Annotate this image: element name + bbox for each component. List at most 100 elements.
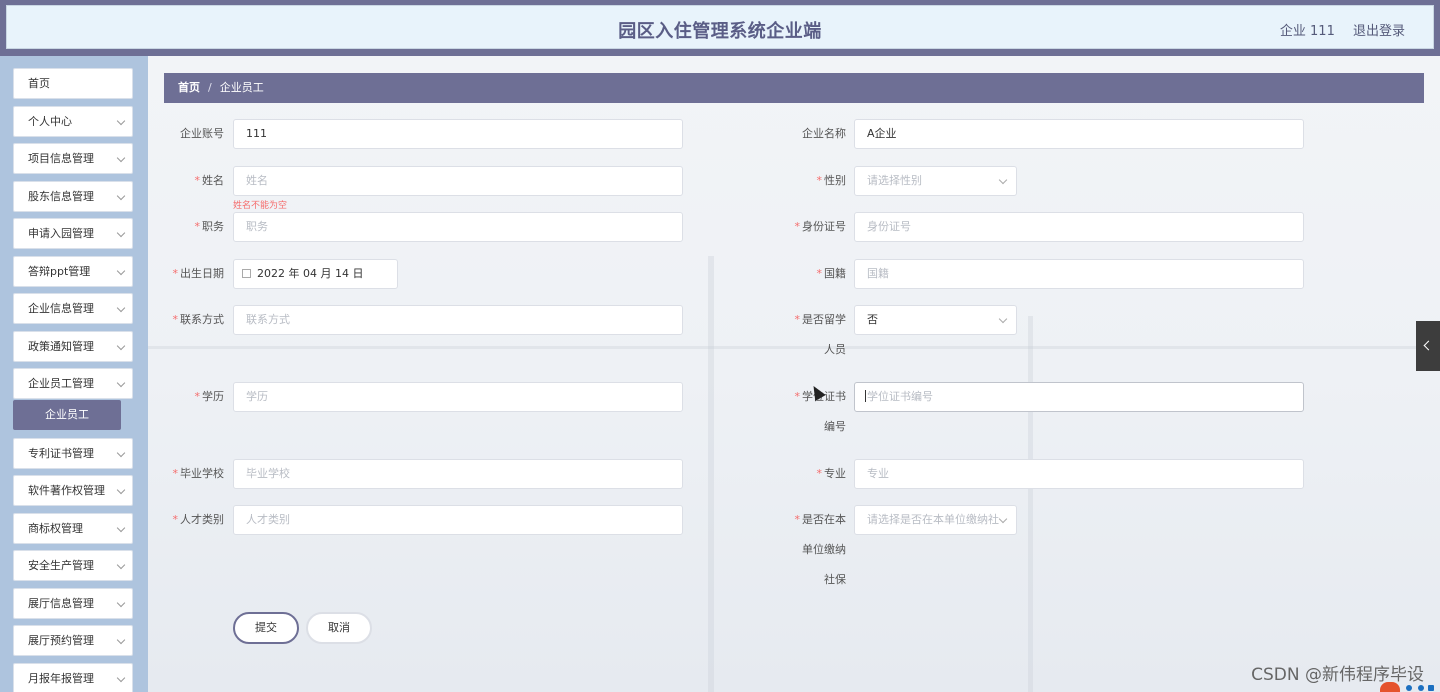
chevron-left-icon: [1423, 340, 1434, 351]
breadcrumb-home[interactable]: 首页: [178, 81, 200, 94]
birth-date-picker[interactable]: 2022 年 04 月 14 日: [233, 259, 398, 289]
degree-cert-input[interactable]: 学位证书编号: [854, 382, 1304, 412]
sidebar-item[interactable]: 股东信息管理: [13, 180, 133, 212]
company-account-label: 企业账号: [180, 127, 224, 140]
chevron-down-icon: [998, 175, 1008, 185]
cancel-button[interactable]: 取消: [306, 612, 372, 644]
tray-icon: [1406, 685, 1412, 691]
gender-label: * 性别: [816, 174, 847, 187]
chevron-down-icon: [116, 266, 126, 275]
chevron-down-icon: [116, 635, 126, 645]
name-input[interactable]: 姓名: [233, 166, 683, 196]
text-caret: [865, 390, 866, 402]
bg-decor: [1028, 316, 1033, 692]
sidebar-item[interactable]: 项目信息管理: [13, 143, 133, 174]
chevron-down-icon: [116, 228, 126, 238]
side-panel-toggle[interactable]: [1416, 321, 1440, 371]
id-number-label: * 身份证号: [794, 220, 847, 233]
major-label: * 专业: [816, 467, 847, 480]
sidebar-item-label: 项目信息管理: [28, 152, 94, 165]
calendar-icon: [242, 269, 251, 278]
chevron-down-icon: [116, 560, 126, 570]
sidebar-item[interactable]: 月报年报管理: [13, 662, 133, 692]
sidebar-item-label: 答辩ppt管理: [28, 264, 91, 278]
submit-button[interactable]: 提交: [233, 612, 299, 644]
sidebar-item-label: 月报年报管理: [28, 671, 94, 685]
sidebar-item[interactable]: 企业信息管理: [13, 293, 133, 324]
sidebar-item[interactable]: 展厅信息管理: [13, 587, 133, 619]
sidebar-item-label: 安全生产管理: [28, 559, 94, 572]
sidebar-item[interactable]: 申请入园管理: [13, 218, 133, 249]
sidebar-item[interactable]: 专利证书管理: [13, 437, 133, 469]
breadcrumb: 首页 / 企业员工: [164, 73, 1424, 103]
chevron-down-icon: [116, 523, 126, 532]
company-account-input[interactable]: 111: [233, 119, 683, 149]
gender-select[interactable]: 请选择性别: [854, 166, 1017, 196]
chevron-down-icon: [998, 314, 1008, 324]
current-user[interactable]: 企业 111: [1280, 24, 1335, 39]
system-tray: [1340, 682, 1436, 692]
ime-icon: [1380, 682, 1400, 692]
chevron-down-icon: [116, 153, 126, 163]
logout-link[interactable]: 退出登录: [1353, 24, 1405, 39]
sidebar-item-label: 首页: [28, 77, 50, 90]
chevron-down-icon: [116, 673, 126, 682]
chevron-down-icon: [116, 191, 126, 200]
birth-date-label: * 出生日期: [172, 267, 225, 280]
main-content: 首页 / 企业员工 企业账号 111 企业名称 A企业 * 姓名 姓名 姓名不能为空 …: [148, 56, 1440, 692]
sidebar-item[interactable]: 安全生产管理: [13, 550, 133, 581]
graduate-school-input[interactable]: 毕业学校: [233, 459, 683, 489]
bg-decor: [708, 256, 714, 692]
social-security-label: * 是否在本 单位缴纳 社保: [794, 513, 847, 586]
talent-type-input[interactable]: 人才类别: [233, 505, 683, 535]
graduate-school-label: * 毕业学校: [172, 467, 225, 480]
company-name-input[interactable]: A企业: [854, 119, 1304, 149]
top-bar: 园区入住管理系统企业端 企业 111 退出登录: [0, 0, 1440, 56]
major-input[interactable]: 专业: [854, 459, 1304, 489]
chevron-down-icon: [116, 448, 126, 457]
sidebar-item[interactable]: 软件著作权管理: [13, 475, 133, 506]
sidebar-item-label: 展厅预约管理: [28, 634, 94, 647]
sidebar-item-label: 软件著作权管理: [28, 484, 105, 497]
sidebar-item[interactable]: 个人中心: [13, 105, 133, 137]
chevron-down-icon: [116, 598, 126, 607]
sidebar-item[interactable]: 答辩ppt管理: [13, 255, 133, 287]
contact-input[interactable]: 联系方式: [233, 305, 683, 335]
sidebar-item-label: 专利证书管理: [28, 446, 94, 460]
social-security-select[interactable]: 请选择是否在本单位缴纳社: [854, 505, 1017, 535]
studied-abroad-label: * 是否留学 人员: [794, 313, 847, 356]
sidebar-item[interactable]: 政策通知管理: [13, 330, 133, 362]
talent-type-label: * 人才类别: [172, 513, 225, 526]
id-number-input[interactable]: 身份证号: [854, 212, 1304, 242]
sidebar-item-label: 商标权管理: [28, 521, 83, 535]
header-panel: 园区入住管理系统企业端 企业 111 退出登录: [6, 5, 1434, 49]
chevron-down-icon: [116, 341, 126, 350]
sidebar-item-label: 企业员工管理: [28, 377, 94, 390]
nationality-input[interactable]: 国籍: [854, 259, 1304, 289]
sidebar-item[interactable]: 企业员工管理: [13, 368, 133, 399]
chevron-down-icon: [998, 514, 1008, 524]
position-input[interactable]: 职务: [233, 212, 683, 242]
education-label: * 学历: [194, 390, 225, 403]
contact-label: * 联系方式: [172, 313, 225, 326]
keyboard-icon: [1428, 685, 1434, 691]
tray-icon: [1418, 685, 1424, 691]
user-area: 企业 111 退出登录: [1266, 20, 1405, 39]
sidebar-item[interactable]: 商标权管理: [13, 512, 133, 544]
chevron-down-icon: [116, 116, 126, 125]
sidebar: 首页个人中心项目信息管理股东信息管理 申请入园管理答辩ppt管理 企业信息管理 政策通…: [0, 56, 148, 692]
studied-abroad-select[interactable]: 否: [854, 305, 1017, 335]
position-label: * 职务: [194, 220, 225, 233]
name-label: * 姓名: [194, 174, 225, 187]
breadcrumb-separator: /: [208, 81, 212, 94]
breadcrumb-current: 企业员工: [219, 81, 264, 94]
sidebar-item-label: 企业信息管理: [28, 302, 94, 315]
sidebar-subitem-employee[interactable]: 企业员工: [13, 399, 121, 430]
sidebar-item-label: 个人中心: [28, 114, 72, 128]
sidebar-item-label: 政策通知管理: [28, 339, 94, 353]
sidebar-item[interactable]: 展厅预约管理: [13, 625, 133, 656]
sidebar-item[interactable]: 首页: [13, 68, 133, 99]
nationality-label: * 国籍: [816, 267, 847, 280]
app-title: 园区入住管理系统企业端: [618, 21, 822, 42]
education-input[interactable]: 学历: [233, 382, 683, 412]
